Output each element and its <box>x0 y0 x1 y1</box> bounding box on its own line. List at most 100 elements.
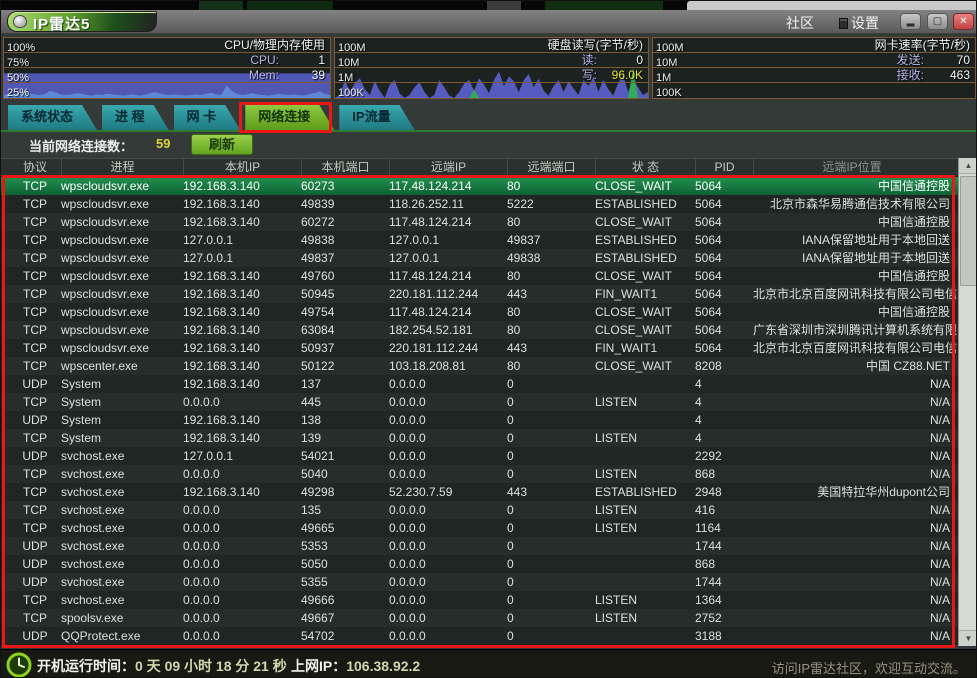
cell-pid: 4 <box>695 411 753 429</box>
header-protocol[interactable]: 协议 <box>9 159 61 176</box>
cell-status <box>595 411 695 429</box>
cell-remote-ip: 0.0.0.0 <box>389 411 507 429</box>
table-row[interactable]: UDPsvchost.exe0.0.0.053550.0.0.001744N/A <box>1 573 958 591</box>
community-link[interactable]: 社区 <box>786 13 814 33</box>
settings-link[interactable]: 设置 <box>839 13 879 33</box>
scroll-down-icon: ▼ <box>965 634 973 643</box>
cell-remote-ip: 0.0.0.0 <box>389 573 507 591</box>
minimize-button[interactable]: ▂ <box>900 13 921 30</box>
table-row[interactable]: UDPsvchost.exe0.0.0.050500.0.0.00868N/A <box>1 555 958 573</box>
cell-remote-port: 443 <box>507 339 595 357</box>
table-row[interactable]: TCPSystem192.168.3.1401390.0.0.00LISTEN4… <box>1 429 958 447</box>
header-process[interactable]: 进程 <box>61 159 183 176</box>
scroll-up-button[interactable]: ▲ <box>959 158 977 174</box>
tab-processes[interactable]: 进 程 <box>102 105 169 130</box>
tab-strip: 系统状态进 程网 卡网络连接IP流量 <box>1 104 977 132</box>
table-row[interactable]: TCPspoolsv.exe0.0.0.0496670.0.0.00LISTEN… <box>1 609 958 627</box>
table-row[interactable]: TCPsvchost.exe192.168.3.1404929852.230.7… <box>1 483 958 501</box>
cell-status: LISTEN <box>595 393 695 411</box>
cell-process: wpscloudsvr.exe <box>61 339 183 357</box>
maximize-button[interactable]: ▢ <box>927 13 948 30</box>
vertical-scrollbar[interactable]: ▲ ▼ <box>958 158 977 646</box>
desktop-strip-segment <box>247 1 333 10</box>
table-row[interactable]: TCPwpscloudsvr.exe192.168.3.14063084182.… <box>1 321 958 339</box>
table-row[interactable]: TCPwpscloudsvr.exe192.168.3.14060272117.… <box>1 213 958 231</box>
cell-local-port: 138 <box>301 411 389 429</box>
cell-remote-port: 0 <box>507 591 595 609</box>
cell-local-port: 49665 <box>301 519 389 537</box>
cell-remote-port: 80 <box>507 267 595 285</box>
cell-location: N/A <box>753 519 958 537</box>
tab-system-status[interactable]: 系统状态 <box>8 105 97 130</box>
scroll-up-icon: ▲ <box>965 161 973 170</box>
cell-status: FIN_WAIT1 <box>595 339 695 357</box>
table-row[interactable]: TCPwpscloudsvr.exe192.168.3.14050945220.… <box>1 285 958 303</box>
desktop-strip-segment <box>199 1 243 10</box>
cell-remote-ip: 0.0.0.0 <box>389 447 507 465</box>
table-row[interactable]: TCPwpscenter.exe192.168.3.14050122103.18… <box>1 357 958 375</box>
table-row[interactable]: TCPsvchost.exe0.0.0.0496660.0.0.00LISTEN… <box>1 591 958 609</box>
table-row[interactable]: UDPSystem192.168.3.1401380.0.0.004N/A <box>1 411 958 429</box>
table-row[interactable]: TCPsvchost.exe0.0.0.0496650.0.0.00LISTEN… <box>1 519 958 537</box>
close-button[interactable]: ✕ <box>953 13 974 30</box>
header-remote-port[interactable]: 远端端口 <box>507 159 595 176</box>
table-row[interactable]: TCPwpscloudsvr.exe127.0.0.149838127.0.0.… <box>1 231 958 249</box>
header-location[interactable]: 远端IP位置 <box>753 159 958 176</box>
table-row[interactable]: TCPSystem0.0.0.04450.0.0.00LISTEN4N/A <box>1 393 958 411</box>
header-pid[interactable]: PID <box>695 159 753 176</box>
cell-protocol: TCP <box>9 339 61 357</box>
cell-local-ip: 192.168.3.140 <box>183 357 301 375</box>
table-row[interactable]: TCPwpscloudsvr.exe192.168.3.14050937220.… <box>1 339 958 357</box>
cell-remote-port: 0 <box>507 609 595 627</box>
cell-process: wpscenter.exe <box>61 357 183 375</box>
cell-process: QQProtect.exe <box>61 627 183 645</box>
cell-pid: 1744 <box>695 537 753 555</box>
scrollbar-thumb[interactable] <box>960 176 977 286</box>
cell-remote-port: 0 <box>507 375 595 393</box>
cell-remote-ip: 0.0.0.0 <box>389 465 507 483</box>
cell-location: N/A <box>753 447 958 465</box>
table-row[interactable]: UDPsvchost.exe127.0.0.1540210.0.0.002292… <box>1 447 958 465</box>
cell-protocol: TCP <box>9 285 61 303</box>
cell-location: 广东省深圳市深圳腾讯计算机系统有限... <box>753 321 958 339</box>
table-row[interactable]: TCPsvchost.exe0.0.0.050400.0.0.00LISTEN8… <box>1 465 958 483</box>
table-row[interactable]: TCPwpscloudsvr.exe192.168.3.14049839118.… <box>1 195 958 213</box>
cell-process: wpscloudsvr.exe <box>61 321 183 339</box>
cell-process: wpscloudsvr.exe <box>61 303 183 321</box>
status-bar: 开机运行时间：0 天 09 小时 18 分 21 秒 上网IP：106.38.9… <box>1 649 977 678</box>
table-row[interactable]: UDPsvchost.exe0.0.0.053530.0.0.001744N/A <box>1 537 958 555</box>
cell-local-port: 5050 <box>301 555 389 573</box>
cell-protocol: UDP <box>9 447 61 465</box>
uptime-text: 开机运行时间：0 天 09 小时 18 分 21 秒 <box>37 656 287 676</box>
cell-remote-port: 0 <box>507 393 595 411</box>
cell-local-port: 60273 <box>301 177 389 195</box>
table-row[interactable]: TCPwpscloudsvr.exe192.168.3.14049754117.… <box>1 303 958 321</box>
cell-location: 北京市森华易腾通信技术有限公司 <box>753 195 958 213</box>
tab-network-card[interactable]: 网 卡 <box>174 105 241 130</box>
header-local-ip[interactable]: 本机IP <box>183 159 301 176</box>
header-remote-ip[interactable]: 远端IP <box>389 159 507 176</box>
internet-ip-label: 上网IP： <box>291 658 346 674</box>
refresh-button[interactable]: 刷新 <box>191 134 253 155</box>
tab-ip-traffic[interactable]: IP流量 <box>339 105 414 130</box>
cell-pid: 4 <box>695 375 753 393</box>
header-status[interactable]: 状 态 <box>595 159 695 176</box>
scroll-down-button[interactable]: ▼ <box>959 630 977 646</box>
cell-status <box>595 573 695 591</box>
cell-remote-ip: 52.230.7.59 <box>389 483 507 501</box>
cell-protocol: TCP <box>9 195 61 213</box>
table-row[interactable]: TCPwpscloudsvr.exe127.0.0.149837127.0.0.… <box>1 249 958 267</box>
cell-location: N/A <box>753 537 958 555</box>
cell-local-ip: 0.0.0.0 <box>183 627 301 645</box>
table-row[interactable]: TCPwpscloudsvr.exe192.168.3.14060273117.… <box>1 177 958 195</box>
cell-remote-ip: 220.181.112.244 <box>389 339 507 357</box>
table-row[interactable]: UDPQQProtect.exe0.0.0.0547020.0.0.003188… <box>1 627 958 645</box>
cell-protocol: TCP <box>9 357 61 375</box>
cell-process: wpscloudsvr.exe <box>61 249 183 267</box>
header-local-port[interactable]: 本机端口 <box>301 159 389 176</box>
cell-local-port: 49838 <box>301 231 389 249</box>
table-row[interactable]: TCPsvchost.exe0.0.0.01350.0.0.00LISTEN41… <box>1 501 958 519</box>
tab-network-connections[interactable]: 网络连接 <box>245 105 334 130</box>
table-row[interactable]: TCPwpscloudsvr.exe192.168.3.14049760117.… <box>1 267 958 285</box>
table-row[interactable]: UDPSystem192.168.3.1401370.0.0.004N/A <box>1 375 958 393</box>
